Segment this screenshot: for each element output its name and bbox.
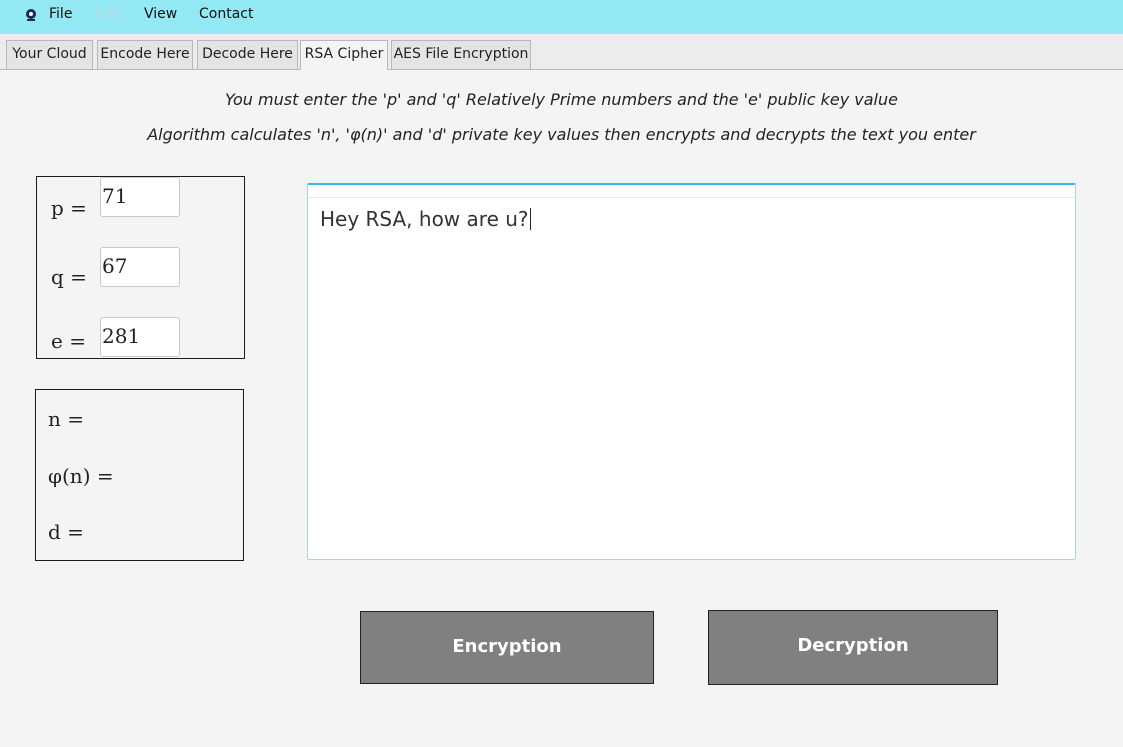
p-input[interactable]: 71 <box>100 177 180 217</box>
encryption-button[interactable]: Encryption <box>360 611 654 684</box>
app-logo-icon <box>26 9 36 21</box>
phi-label: φ(n) = <box>48 464 114 488</box>
instruction-line-2: Algorithm calculates 'n', 'φ(n)' and 'd'… <box>147 125 976 144</box>
q-label: q = <box>51 265 87 289</box>
menu-contact[interactable]: Contact <box>199 6 253 22</box>
tab-bar: Your Cloud Encode Here Decode Here RSA C… <box>0 34 1123 70</box>
q-input[interactable]: 67 <box>100 247 180 287</box>
p-label: p = <box>51 196 87 220</box>
menu-view[interactable]: View <box>144 6 177 22</box>
n-label: n = <box>48 407 84 431</box>
tab-your-cloud[interactable]: Your Cloud <box>6 40 93 69</box>
decryption-button[interactable]: Decryption <box>708 610 998 685</box>
menu-bar: File Edit View Contact <box>0 0 1123 34</box>
message-text: Hey RSA, how are u? <box>320 207 531 231</box>
instruction-line-1: You must enter the 'p' and 'q' Relativel… <box>225 90 898 109</box>
d-label: d = <box>48 520 84 544</box>
tab-aes-file-encryption[interactable]: AES File Encryption <box>391 40 531 69</box>
menu-edit: Edit <box>95 6 123 22</box>
text-caret <box>529 208 531 230</box>
tab-decode-here[interactable]: Decode Here <box>197 40 298 69</box>
message-textarea[interactable]: Hey RSA, how are u? <box>307 183 1076 560</box>
tab-rsa-cipher[interactable]: RSA Cipher <box>300 40 388 70</box>
tab-encode-here[interactable]: Encode Here <box>97 40 193 69</box>
e-label: e = <box>51 329 86 353</box>
key-input-panel: p = 71 q = 67 e = 281 <box>36 176 245 359</box>
menu-file[interactable]: File <box>49 6 72 22</box>
e-input[interactable]: 281 <box>100 317 180 357</box>
key-output-panel: n = φ(n) = d = <box>35 389 244 561</box>
textarea-content-area <box>308 197 1075 559</box>
